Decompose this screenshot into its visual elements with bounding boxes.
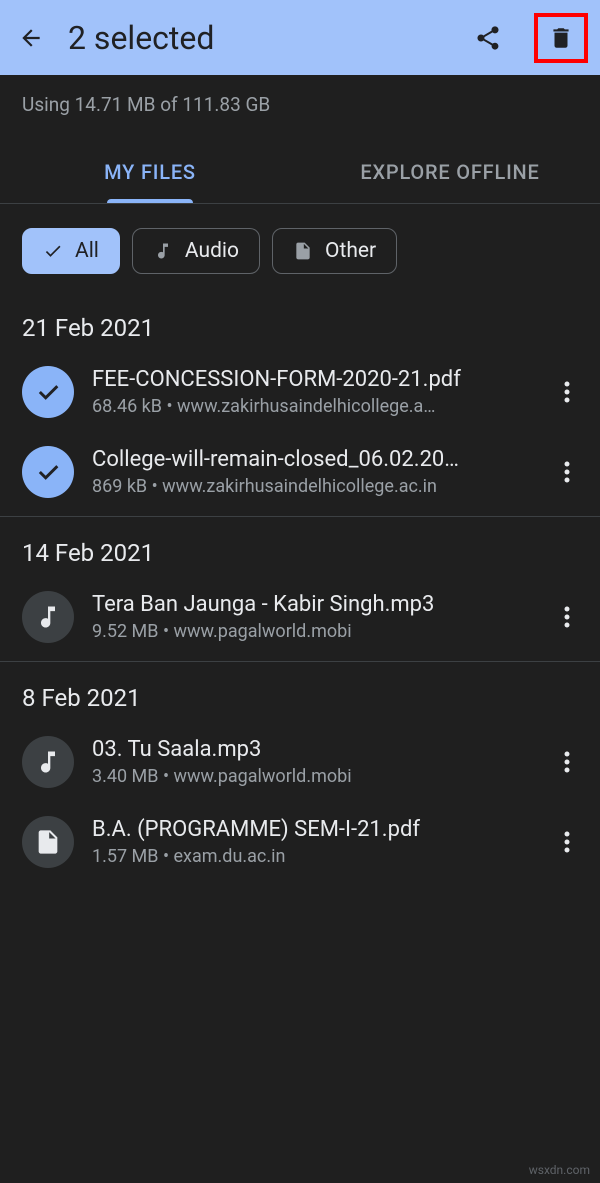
storage-usage: Using 14.71 MB of 111.83 GB	[0, 75, 600, 120]
date-section: 14 Feb 2021 Tera Ban Jaunga - Kabir Sing…	[0, 517, 600, 662]
more-vert-icon[interactable]	[556, 822, 578, 862]
file-type-icon[interactable]	[22, 591, 74, 643]
date-header: 8 Feb 2021	[0, 662, 600, 722]
chip-other[interactable]: Other	[272, 228, 397, 274]
file-info: FEE-CONCESSION-FORM-2020-21.pdf 68.46 kB…	[92, 367, 538, 417]
trash-icon	[548, 25, 574, 51]
watermark: wsxdn.com	[529, 1163, 590, 1177]
file-name: College-will-remain-closed_06.02.20…	[92, 447, 538, 472]
check-icon	[34, 458, 62, 486]
selection-check-icon[interactable]	[22, 446, 74, 498]
more-vert-icon[interactable]	[556, 597, 578, 637]
date-header: 14 Feb 2021	[0, 517, 600, 577]
file-meta: 1.57 MB • exam.du.ac.in	[92, 846, 538, 867]
file-meta: 869 kB • www.zakirhusaindelhicollege.ac.…	[92, 476, 538, 497]
tab-bar: MY FILES EXPLORE OFFLINE	[0, 140, 600, 204]
chip-label: Other	[325, 239, 376, 263]
list-item[interactable]: FEE-CONCESSION-FORM-2020-21.pdf 68.46 kB…	[0, 352, 600, 432]
check-icon	[34, 378, 62, 406]
file-name: FEE-CONCESSION-FORM-2020-21.pdf	[92, 367, 538, 392]
file-name: Tera Ban Jaunga - Kabir Singh.mp3	[92, 592, 538, 617]
delete-button[interactable]	[534, 13, 588, 63]
more-vert-icon[interactable]	[556, 372, 578, 412]
share-icon[interactable]	[474, 24, 502, 52]
list-item[interactable]: B.A. (PROGRAMME) SEM-I-21.pdf 1.57 MB • …	[0, 802, 600, 882]
file-name: B.A. (PROGRAMME) SEM-I-21.pdf	[92, 817, 538, 842]
selection-check-icon[interactable]	[22, 366, 74, 418]
music-note-icon	[34, 748, 62, 776]
file-meta: 3.40 MB • www.pagalworld.mobi	[92, 766, 538, 787]
chip-label: All	[75, 239, 99, 263]
selection-title: 2 selected	[68, 19, 450, 57]
file-icon	[293, 241, 313, 261]
date-section: 8 Feb 2021 03. Tu Saala.mp3 3.40 MB • ww…	[0, 662, 600, 886]
music-note-icon	[34, 603, 62, 631]
selection-header: 2 selected	[0, 0, 600, 75]
file-type-icon[interactable]	[22, 736, 74, 788]
list-item[interactable]: 03. Tu Saala.mp3 3.40 MB • www.pagalworl…	[0, 722, 600, 802]
more-vert-icon[interactable]	[556, 742, 578, 782]
list-item[interactable]: College-will-remain-closed_06.02.20… 869…	[0, 432, 600, 512]
back-icon[interactable]	[18, 25, 44, 51]
tab-label: EXPLORE OFFLINE	[360, 160, 539, 184]
file-meta: 9.52 MB • www.pagalworld.mobi	[92, 621, 538, 642]
file-name: 03. Tu Saala.mp3	[92, 737, 538, 762]
more-vert-icon[interactable]	[556, 452, 578, 492]
chip-label: Audio	[185, 239, 239, 263]
date-header: 21 Feb 2021	[0, 292, 600, 352]
date-section: 21 Feb 2021 FEE-CONCESSION-FORM-2020-21.…	[0, 292, 600, 517]
file-info: B.A. (PROGRAMME) SEM-I-21.pdf 1.57 MB • …	[92, 817, 538, 867]
music-note-icon	[153, 241, 173, 261]
file-meta: 68.46 kB • www.zakirhusaindelhicollege.a…	[92, 396, 538, 417]
check-icon	[43, 241, 63, 261]
filter-chips: All Audio Other	[0, 204, 600, 292]
chip-all[interactable]: All	[22, 228, 120, 274]
chip-audio[interactable]: Audio	[132, 228, 260, 274]
file-info: Tera Ban Jaunga - Kabir Singh.mp3 9.52 M…	[92, 592, 538, 642]
tab-label: MY FILES	[104, 160, 196, 184]
file-info: College-will-remain-closed_06.02.20… 869…	[92, 447, 538, 497]
tab-my-files[interactable]: MY FILES	[0, 140, 300, 203]
file-info: 03. Tu Saala.mp3 3.40 MB • www.pagalworl…	[92, 737, 538, 787]
file-icon	[34, 828, 62, 856]
file-type-icon[interactable]	[22, 816, 74, 868]
list-item[interactable]: Tera Ban Jaunga - Kabir Singh.mp3 9.52 M…	[0, 577, 600, 657]
tab-explore-offline[interactable]: EXPLORE OFFLINE	[300, 140, 600, 203]
